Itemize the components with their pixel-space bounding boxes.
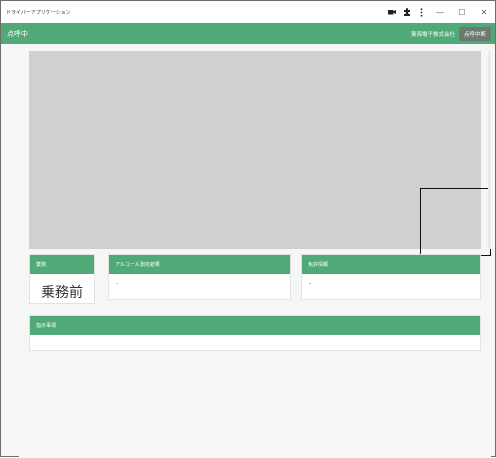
- window-titlebar: ドライバーアプリケーション — ☐ ✕: [1, 1, 495, 23]
- titlebar-icons: — ☐ ✕: [384, 1, 495, 23]
- instructions-card-header: 指示事項: [30, 316, 480, 335]
- status-card-header: 業務: [30, 255, 94, 274]
- alcohol-card-header: アルコール測定結果: [109, 255, 290, 274]
- puzzle-icon[interactable]: [399, 1, 414, 23]
- more-icon[interactable]: [414, 1, 429, 23]
- alcohol-value: -: [116, 280, 119, 287]
- status-value: 乗務前: [41, 285, 83, 301]
- close-button[interactable]: ✕: [473, 1, 495, 23]
- page-title: 点呼中: [7, 29, 28, 38]
- main-content: 業務 乗務前 アルコール測定結果 - 免許情報 - 指示事項: [19, 44, 491, 458]
- camera-icon[interactable]: [384, 1, 399, 23]
- interrupt-button[interactable]: 点呼中断: [458, 26, 491, 41]
- license-value: -: [309, 280, 312, 287]
- app-header: 点呼中 東海電子株式会社 点呼中断: [1, 23, 495, 44]
- instructions-value: [30, 335, 480, 347]
- app-window: ドライバーアプリケーション — ☐ ✕ 点呼中 東海電子株式会社 点呼中断 業務: [0, 0, 496, 458]
- alcohol-card: アルコール測定結果 -: [108, 254, 291, 300]
- company-name: 東海電子株式会社: [410, 31, 455, 38]
- camera-preview: [29, 51, 491, 256]
- license-card: 免許情報 -: [301, 254, 481, 300]
- vertical-scrollbar[interactable]: [488, 51, 491, 249]
- face-frame: [420, 188, 491, 256]
- maximize-button[interactable]: ☐: [451, 1, 473, 23]
- window-title: ドライバーアプリケーション: [6, 9, 71, 16]
- minimize-button[interactable]: —: [429, 1, 451, 23]
- license-card-header: 免許情報: [302, 255, 480, 274]
- instructions-card: 指示事項: [29, 315, 481, 351]
- status-card: 業務 乗務前: [29, 254, 95, 304]
